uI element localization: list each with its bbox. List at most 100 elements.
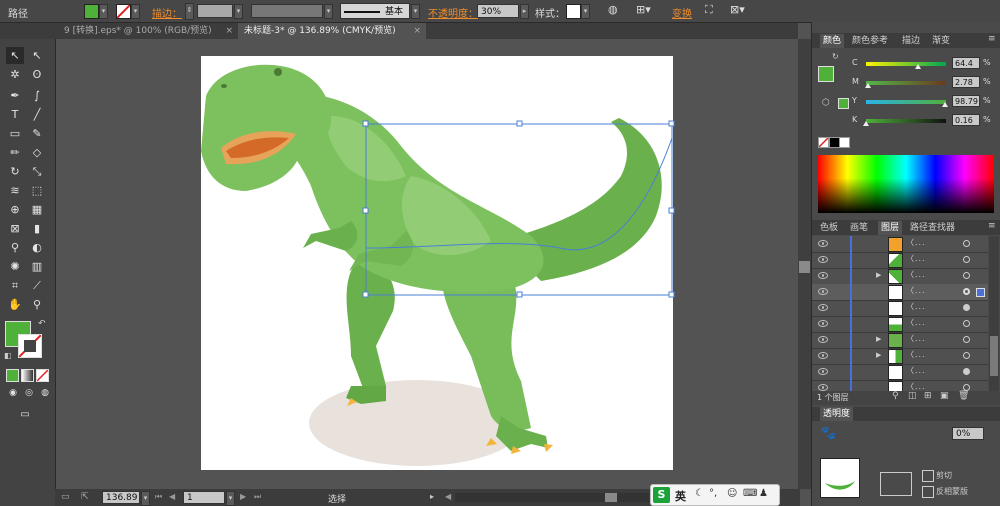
keyboard-icon[interactable]: ⌨: [743, 488, 757, 499]
visibility-eye-icon[interactable]: [818, 368, 828, 375]
delete-layer-icon[interactable]: 🗑: [958, 391, 969, 401]
visibility-eye-icon[interactable]: [818, 352, 828, 359]
target-circle-icon[interactable]: [963, 240, 970, 247]
ime-language-toggle[interactable]: 英: [675, 488, 686, 504]
magic-wand-tool-icon[interactable]: ✲: [6, 66, 24, 83]
vertical-scrollbar[interactable]: [798, 39, 811, 489]
stroke-swatch[interactable]: [116, 4, 131, 19]
tab-gradient[interactable]: 渐变: [932, 34, 950, 48]
locate-object-icon[interactable]: ⚲: [892, 391, 899, 401]
yellow-value-field[interactable]: 98.79: [952, 95, 980, 107]
variable-width-profile[interactable]: [251, 4, 323, 18]
color-spectrum[interactable]: [818, 155, 994, 213]
zoom-dropdown[interactable]: ▾: [141, 491, 150, 506]
tab-swatches[interactable]: 色板: [820, 221, 838, 235]
graphic-style-swatch[interactable]: [566, 4, 581, 19]
magenta-value-field[interactable]: 2.78: [952, 76, 980, 88]
layer-row-selected[interactable]: 〈...: [812, 284, 988, 301]
stroke-label[interactable]: 描边：: [152, 5, 182, 20]
tab-pathfinder[interactable]: 路径查找器: [910, 221, 955, 235]
layer-row[interactable]: 〈...: [812, 364, 988, 381]
resize-handle[interactable]: [362, 207, 369, 214]
previous-artboard-icon[interactable]: ◀: [169, 492, 175, 501]
mesh-tool-icon[interactable]: ⊠: [6, 220, 24, 237]
blend-tool-icon[interactable]: ◐: [28, 239, 46, 256]
zoom-field[interactable]: 136.89: [102, 491, 140, 504]
direct-selection-tool-icon[interactable]: ↖: [28, 47, 46, 64]
resize-handle[interactable]: [516, 120, 523, 127]
tab-color-guide[interactable]: 颜色参考: [852, 34, 888, 48]
status-menu-icon[interactable]: ▸: [430, 492, 434, 501]
tab-untitled-3[interactable]: 未标题-3* @ 136.89% (CMYK/预览) ×: [238, 23, 426, 39]
next-artboard-icon[interactable]: ▶: [240, 492, 246, 501]
slice-tool-icon[interactable]: ⟋: [28, 277, 46, 294]
layer-row[interactable]: 〈...: [812, 236, 988, 253]
layer-name[interactable]: 〈...: [906, 253, 926, 264]
tab-transparency[interactable]: 透明度: [820, 407, 854, 421]
tab-color[interactable]: 颜色: [820, 34, 845, 48]
symbol-sprayer-tool-icon[interactable]: ✺: [6, 258, 24, 275]
stroke-weight-field[interactable]: [197, 4, 233, 18]
resize-handle[interactable]: [362, 120, 369, 127]
layer-row[interactable]: 〈...: [812, 316, 988, 333]
visibility-eye-icon[interactable]: [818, 384, 828, 391]
expand-triangle-icon[interactable]: ▶: [876, 271, 881, 279]
options-icon[interactable]: ⊠▾: [730, 3, 745, 16]
fill-dropdown[interactable]: ▾: [99, 4, 108, 19]
target-circle-icon[interactable]: [963, 384, 970, 391]
layers-scrollbar[interactable]: [989, 236, 999, 391]
last-artboard-icon[interactable]: ⏭: [254, 492, 261, 502]
slider-thumb[interactable]: [865, 83, 872, 88]
eraser-tool-icon[interactable]: ◇: [28, 144, 46, 161]
layer-name[interactable]: 〈...: [906, 333, 926, 344]
default-colors-icon[interactable]: ◧: [4, 351, 12, 360]
stroke-weight-dropdown[interactable]: ▾: [234, 4, 243, 19]
target-circle-icon[interactable]: [963, 368, 970, 375]
selection-indicator[interactable]: [976, 288, 985, 297]
new-sublayer-icon[interactable]: ⊞: [924, 391, 932, 401]
clipping-mask-icon[interactable]: ◫: [908, 391, 917, 401]
horizontal-scrollbar-thumb[interactable]: [605, 493, 617, 502]
punctuation-icon[interactable]: °,: [709, 488, 717, 499]
expand-triangle-icon[interactable]: ▶: [876, 335, 881, 343]
hand-tool-icon[interactable]: ✋: [6, 296, 24, 313]
profile-dropdown[interactable]: ▾: [324, 4, 333, 19]
brush-dropdown[interactable]: ▾: [411, 4, 420, 19]
slider-thumb[interactable]: [914, 64, 921, 69]
person-icon[interactable]: ♟: [759, 488, 768, 499]
gradient-mode-icon[interactable]: [21, 369, 34, 382]
expand-triangle-icon[interactable]: ▶: [876, 351, 881, 359]
layer-name[interactable]: 〈...: [906, 349, 926, 360]
visibility-eye-icon[interactable]: [818, 304, 828, 311]
free-transform-tool-icon[interactable]: ⬚: [28, 182, 46, 199]
opacity-label[interactable]: 不透明度：: [428, 5, 478, 20]
tab-eps-document[interactable]: 9 [转换].eps* @ 100% (RGB/预览) ×: [58, 23, 238, 39]
gradient-tool-icon[interactable]: ▮: [28, 220, 46, 237]
curvature-tool-icon[interactable]: ∫: [28, 87, 46, 104]
new-layer-icon[interactable]: ▣: [940, 391, 949, 401]
panel-menu-icon[interactable]: ≡: [988, 221, 996, 231]
isolate-icon[interactable]: ⛶: [705, 3, 713, 17]
column-graph-tool-icon[interactable]: ▥: [28, 258, 46, 275]
cyan-slider[interactable]: [866, 62, 946, 66]
layer-name[interactable]: 〈...: [906, 269, 926, 280]
type-tool-icon[interactable]: T: [6, 106, 24, 123]
out-of-gamut-icon[interactable]: ⬡: [822, 98, 830, 108]
tab-brushes[interactable]: 画笔: [850, 221, 868, 235]
lasso-tool-icon[interactable]: ʘ: [28, 66, 46, 83]
transform-link[interactable]: 变换: [672, 5, 692, 20]
stroke-weight-stepper[interactable]: ⇕: [185, 3, 194, 20]
close-icon[interactable]: ×: [413, 23, 421, 39]
layer-row[interactable]: 〈...: [812, 252, 988, 269]
resize-handle[interactable]: [668, 291, 675, 298]
layer-name[interactable]: 〈...: [906, 285, 926, 296]
layer-name[interactable]: 〈...: [906, 317, 926, 328]
slider-thumb[interactable]: [863, 121, 870, 126]
swap-colors-icon[interactable]: ↶: [38, 319, 46, 329]
recolor-artwork-icon[interactable]: ◍: [608, 3, 618, 16]
clip-checkbox[interactable]: [922, 470, 934, 482]
target-circle-icon[interactable]: [963, 320, 970, 327]
transparency-opacity-field[interactable]: 0%: [952, 427, 984, 440]
artboard-number-field[interactable]: 1: [183, 491, 225, 504]
visibility-eye-icon[interactable]: [818, 272, 828, 279]
